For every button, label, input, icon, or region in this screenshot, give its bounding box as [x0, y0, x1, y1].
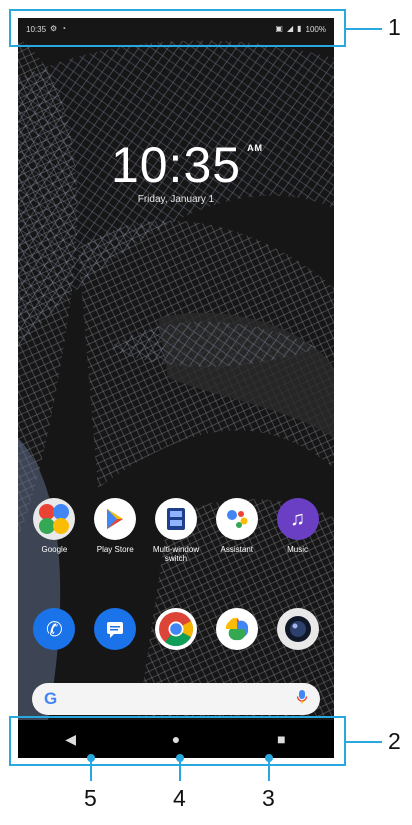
messages-icon	[94, 608, 137, 650]
app-multi-window[interactable]: Multi-window switch	[148, 498, 204, 563]
callout-5-dot	[87, 754, 95, 762]
clock-date: Friday, January 1	[137, 194, 215, 205]
multi-window-icon	[154, 498, 197, 540]
music-icon: ♫	[276, 498, 319, 540]
callout-2-number: 2	[388, 728, 401, 754]
callout-3-leader	[268, 759, 270, 781]
dock-photos[interactable]	[209, 608, 265, 650]
app-play-store[interactable]: Play Store	[87, 498, 143, 563]
dock-messages[interactable]	[87, 608, 143, 650]
google-logo: G	[44, 689, 58, 708]
callout-5-leader	[90, 759, 92, 781]
mic-icon[interactable]	[296, 689, 308, 710]
app-row-1: Google Play Store Multi-window switch As…	[18, 498, 334, 563]
photos-icon	[215, 608, 258, 650]
app-assistant[interactable]: Assistant	[209, 498, 265, 563]
status-bar-callout-frame	[9, 9, 346, 47]
callout-3-number: 3	[262, 785, 275, 811]
chrome-icon	[154, 608, 197, 650]
callout-5-number: 5	[84, 785, 97, 811]
callout-1-leader	[346, 28, 382, 30]
clock-time-text: 10:35	[110, 137, 242, 193]
callout-4-dot	[176, 754, 184, 762]
google-folder-icon	[33, 498, 76, 540]
clock-time: 10:35 AM	[110, 137, 262, 193]
app-label-google: Google	[41, 545, 68, 554]
callout-3-dot	[265, 754, 273, 762]
assistant-icon	[215, 498, 258, 540]
callout-4-number: 4	[173, 785, 186, 811]
app-label-music: Music	[287, 545, 309, 554]
google-search-bar[interactable]: G	[32, 683, 320, 715]
dock-camera[interactable]	[270, 608, 326, 650]
play-store-icon	[94, 498, 137, 540]
app-label-play-store: Play Store	[96, 545, 134, 554]
app-label-assistant: Assistant	[220, 545, 254, 554]
dock-phone[interactable]: ✆	[26, 608, 82, 650]
phone-icon: ✆	[33, 608, 76, 650]
camera-icon	[276, 608, 319, 650]
callout-2-leader	[346, 741, 382, 743]
app-music[interactable]: ♫ Music	[270, 498, 326, 563]
home-clock-widget[interactable]: 10:35 AM Friday, January 1	[18, 140, 334, 205]
callout-4-leader	[179, 759, 181, 781]
callout-1-number: 1	[388, 14, 401, 40]
phone-screen: 10:35 ⚙ ◔ ▣ ◢ ▮ 100% 10:35 AM Friday, Ja…	[18, 18, 334, 720]
clock-ampm: AM	[247, 143, 264, 153]
app-google-folder[interactable]: Google	[26, 498, 82, 563]
dock: ✆	[18, 608, 334, 650]
dock-chrome[interactable]	[148, 608, 204, 650]
app-label-multi-window: Multi-window switch	[152, 545, 200, 564]
